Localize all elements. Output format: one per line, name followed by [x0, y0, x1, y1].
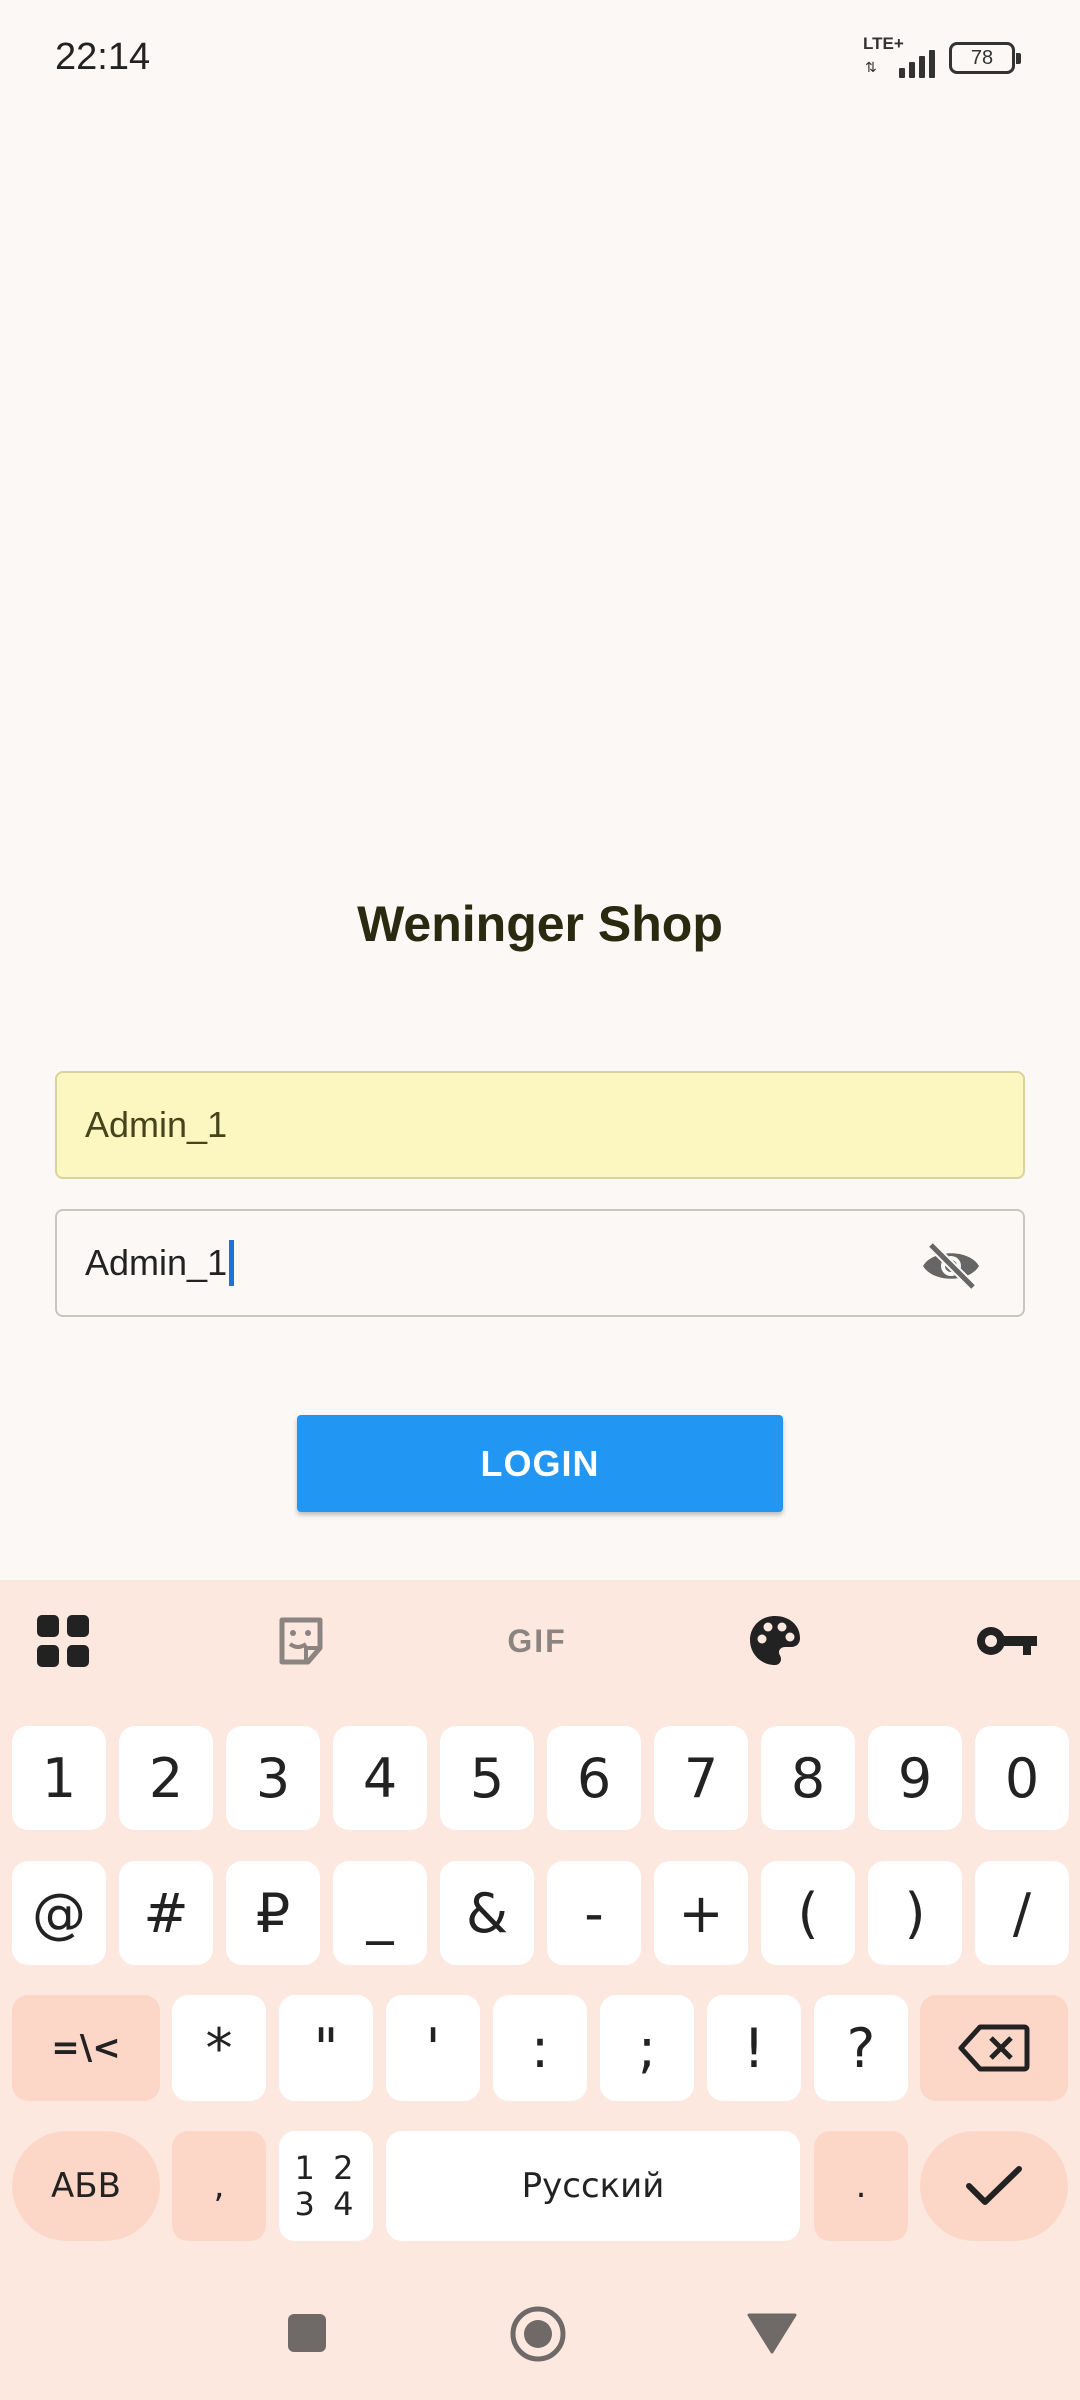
battery-level: 78 — [970, 46, 994, 69]
key-underscore[interactable]: _ — [333, 1861, 427, 1965]
key-2[interactable]: 2 — [119, 1726, 213, 1830]
login-button[interactable]: LOGIN — [297, 1415, 783, 1512]
keyboard: GIF 1 2 3 4 5 6 7 8 9 0 @ # ₽ _ & - + (… — [0, 1580, 1080, 2400]
key-colon[interactable]: : — [493, 1995, 587, 2101]
back-button[interactable] — [746, 2310, 798, 2356]
username-value: Admin_1 — [85, 1104, 228, 1145]
key-ampersand[interactable]: & — [440, 1861, 534, 1965]
key-open-paren[interactable]: ( — [761, 1861, 855, 1965]
apps-grid-icon[interactable] — [28, 1610, 98, 1672]
status-time: 22:14 — [55, 36, 151, 78]
sticker-icon[interactable] — [266, 1610, 336, 1672]
key-icon[interactable] — [972, 1610, 1042, 1672]
key-9[interactable]: 9 — [868, 1726, 962, 1830]
password-value: Admin_1 — [85, 1242, 228, 1283]
key-6[interactable]: 6 — [547, 1726, 641, 1830]
network-type: LTE+ — [863, 34, 904, 53]
palette-icon[interactable] — [740, 1610, 810, 1672]
home-button[interactable] — [508, 2304, 568, 2364]
numpad-key[interactable]: 1 2 3 4 — [279, 2131, 373, 2241]
key-at[interactable]: @ — [12, 1861, 106, 1965]
key-semicolon[interactable]: ; — [600, 1995, 694, 2101]
space-key[interactable]: Русский — [386, 2131, 800, 2241]
key-slash[interactable]: / — [975, 1861, 1069, 1965]
symbols-shift-key[interactable]: =\< — [12, 1995, 160, 2101]
numpad-label-bottom: 3 4 — [294, 2185, 358, 2223]
key-close-paren[interactable]: ) — [868, 1861, 962, 1965]
key-7[interactable]: 7 — [654, 1726, 748, 1830]
status-bar: 22:14 LTE+ ⇅ 78 — [0, 0, 1080, 120]
key-plus[interactable]: + — [654, 1861, 748, 1965]
keyboard-toolbar: GIF — [0, 1580, 1080, 1700]
backspace-icon — [958, 2024, 1030, 2072]
key-question[interactable]: ? — [814, 1995, 908, 2101]
text-cursor — [229, 1240, 235, 1286]
key-4[interactable]: 4 — [333, 1726, 427, 1830]
gif-icon[interactable]: GIF — [502, 1610, 572, 1672]
key-0[interactable]: 0 — [975, 1726, 1069, 1830]
comma-key[interactable]: , — [172, 2131, 266, 2241]
key-ruble[interactable]: ₽ — [226, 1861, 320, 1965]
square-icon — [288, 2314, 326, 2352]
battery-icon: 78 — [949, 42, 1021, 74]
home-circle-icon — [510, 2306, 566, 2362]
status-icons: LTE+ ⇅ 78 — [863, 34, 1021, 80]
visibility-off-icon[interactable] — [919, 1241, 983, 1291]
checkmark-icon — [966, 2166, 1022, 2205]
key-minus[interactable]: - — [547, 1861, 641, 1965]
key-asterisk[interactable]: * — [172, 1995, 266, 2101]
page-title: Weninger Shop — [357, 896, 723, 952]
username-field[interactable]: Admin_1 — [55, 1071, 1025, 1179]
triangle-down-icon — [747, 2313, 797, 2354]
key-1[interactable]: 1 — [12, 1726, 106, 1830]
key-exclamation[interactable]: ! — [707, 1995, 801, 2101]
key-8[interactable]: 8 — [761, 1726, 855, 1830]
key-5[interactable]: 5 — [440, 1726, 534, 1830]
period-key[interactable]: . — [814, 2131, 908, 2241]
key-double-quote[interactable]: " — [279, 1995, 373, 2101]
signal-icon: LTE+ ⇅ — [863, 34, 935, 78]
recents-button[interactable] — [284, 2310, 330, 2356]
key-hash[interactable]: # — [119, 1861, 213, 1965]
key-apostrophe[interactable]: ' — [386, 1995, 480, 2101]
alphabet-key[interactable]: АБВ — [12, 2131, 160, 2241]
gif-label: GIF — [507, 1622, 567, 1659]
backspace-key[interactable] — [920, 1995, 1068, 2101]
numpad-label-top: 1 2 — [294, 2149, 358, 2187]
key-3[interactable]: 3 — [226, 1726, 320, 1830]
data-arrows-icon: ⇅ — [865, 59, 877, 75]
navigation-bar — [0, 2280, 1080, 2400]
password-field[interactable]: Admin_1 — [55, 1209, 1025, 1317]
enter-key[interactable] — [920, 2131, 1068, 2241]
